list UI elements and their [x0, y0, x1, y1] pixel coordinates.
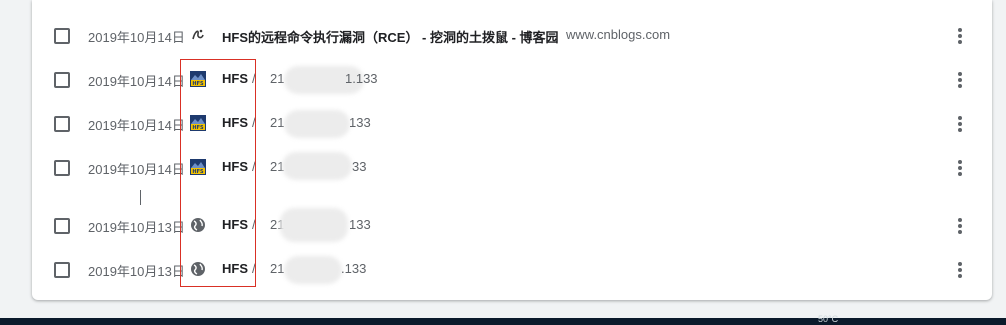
row-checkbox[interactable]: [54, 28, 70, 44]
history-row[interactable]: 2019年10月13日 HFS/ 21 .133: [32, 252, 992, 288]
hfs-icon: HFS: [190, 71, 206, 87]
redacted-url: [284, 110, 350, 138]
row-checkbox[interactable]: [54, 116, 70, 132]
page-url-prefix: 21: [270, 261, 285, 276]
svg-text:HFS: HFS: [192, 125, 204, 131]
page-title[interactable]: HFS的远程命令执行漏洞（RCE） - 挖洞的土拨鼠 - 博客园: [222, 27, 559, 46]
redacted-url: [280, 208, 348, 242]
page-url-suffix: 133: [349, 115, 371, 130]
row-checkbox[interactable]: [54, 160, 70, 176]
history-row[interactable]: 2019年10月14日 HFS HFS/ 21 133: [32, 106, 992, 142]
more-actions-icon[interactable]: [954, 114, 966, 134]
history-row[interactable]: 2019年10月14日 HFS HFS/ 21 33: [32, 150, 992, 186]
more-actions-icon[interactable]: [954, 216, 966, 236]
page-url-suffix: 133: [349, 217, 371, 232]
visit-date: 2019年10月13日: [88, 220, 185, 235]
cnblogs-icon: [190, 27, 206, 43]
svg-text:HFS: HFS: [192, 169, 204, 175]
page-title[interactable]: HFS /: [222, 217, 256, 232]
more-actions-icon[interactable]: [954, 26, 966, 46]
visit-date: 2019年10月14日: [88, 162, 185, 177]
more-actions-icon[interactable]: [954, 70, 966, 90]
page-title[interactable]: HFS /: [222, 159, 256, 174]
page-url-prefix: 21: [270, 115, 285, 130]
hfs-icon: HFS: [190, 159, 206, 175]
history-row[interactable]: 2019年10月14日 HFS的远程命令执行漏洞（RCE） - 挖洞的土拨鼠 -…: [32, 18, 992, 54]
history-card: 2019年10月14日 HFS的远程命令执行漏洞（RCE） - 挖洞的土拨鼠 -…: [32, 0, 992, 300]
visit-date: 2019年10月14日: [88, 30, 185, 45]
redacted-url: [282, 152, 352, 180]
hfs-icon: HFS: [190, 115, 206, 131]
page-url-suffix: 1.133: [345, 71, 378, 86]
page-title[interactable]: HFS /: [222, 261, 256, 276]
svg-text:HFS: HFS: [192, 81, 204, 87]
page-title[interactable]: HFS /: [222, 71, 256, 86]
text-cursor: [140, 190, 141, 205]
visit-date: 2019年10月14日: [88, 118, 185, 133]
page-url-suffix: .133: [341, 261, 367, 276]
row-checkbox[interactable]: [54, 72, 70, 88]
row-checkbox[interactable]: [54, 218, 70, 234]
page-title[interactable]: HFS /: [222, 115, 256, 130]
temperature-readout: 50°C: [818, 314, 839, 324]
history-row[interactable]: 2019年10月14日 HFS HFS/ 21 1.133: [32, 62, 992, 98]
page-url-suffix: 33: [352, 159, 367, 174]
more-actions-icon[interactable]: [954, 158, 966, 178]
row-checkbox[interactable]: [54, 262, 70, 278]
visit-date: 2019年10月14日: [88, 74, 185, 89]
redacted-url: [284, 256, 342, 284]
globe-icon: [190, 261, 206, 277]
page-url: www.cnblogs.com: [566, 27, 671, 42]
page-url-prefix: 21: [270, 71, 285, 86]
more-actions-icon[interactable]: [954, 260, 966, 280]
globe-icon: [190, 217, 206, 233]
taskbar: 50°C: [0, 314, 1006, 325]
history-row[interactable]: 2019年10月13日 HFS/ 21 133: [32, 208, 992, 244]
visit-date: 2019年10月13日: [88, 264, 185, 279]
